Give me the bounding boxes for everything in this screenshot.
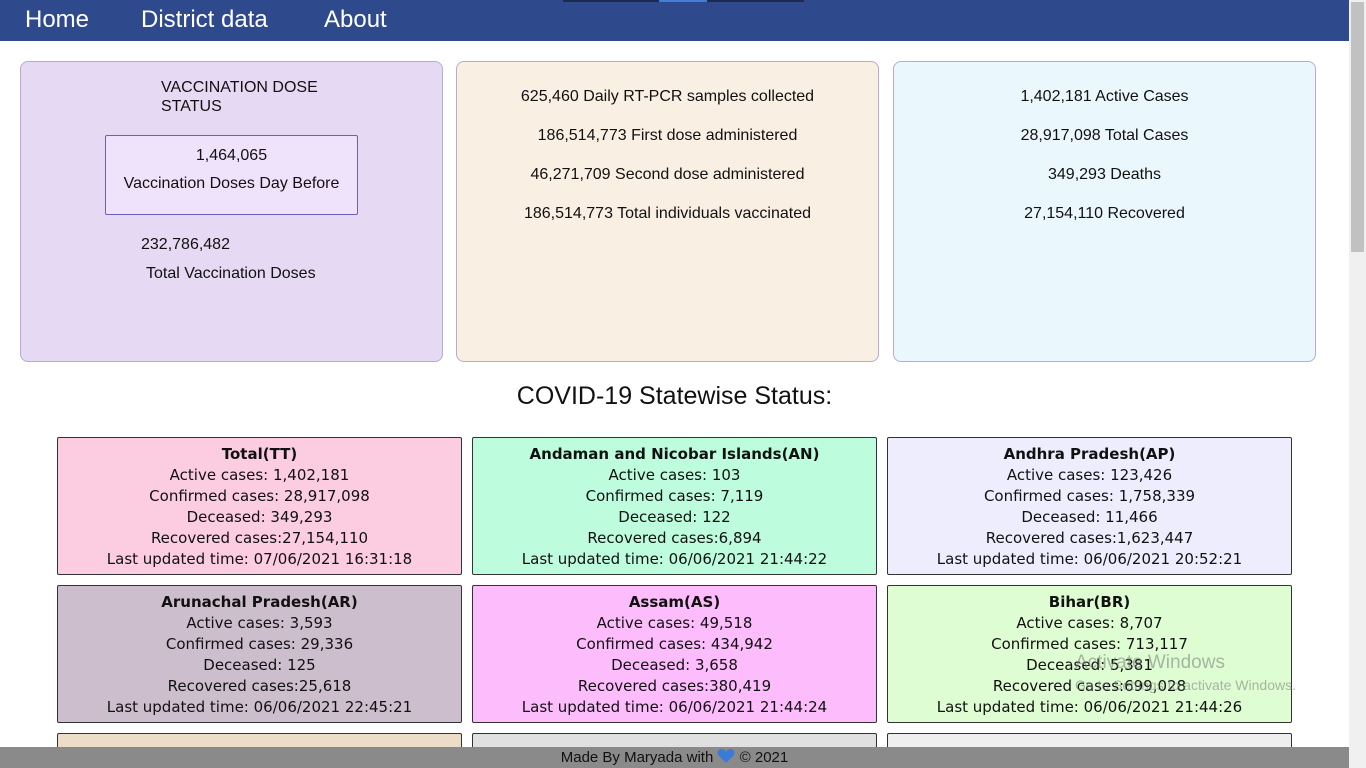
nav-link-about[interactable]: About [324,6,387,34]
active-cases-stat: 1,402,181 Active Cases [1020,88,1189,105]
state-last-updated: Last updated time: 06/06/2021 21:44:26 [936,698,1243,716]
state-name: Andaman and Nicobar Islands(AN) [529,445,820,463]
state-confirmed-cases: Confirmed cases: 29,336 [165,635,354,653]
vaccination-card-title: VACCINATION DOSE STATUS [161,79,318,115]
state-confirmed-cases: Confirmed cases: 7,119 [585,487,764,505]
vaccination-day-before-label: Vaccination Doses Day Before [123,175,340,192]
samples-collected-stat: 625,460 Daily RT-PCR samples collected [520,88,815,105]
windows-activation-watermark-title: Activate Windows [1075,652,1225,673]
state-recovered-cases: Recovered cases:25,618 [167,677,352,695]
second-dose-stat: 46,271,709 Second dose administered [530,166,805,183]
state-card-total: Total(TT) Active cases: 1,402,181 Confir… [57,437,462,575]
state-last-updated: Last updated time: 07/06/2021 16:31:18 [106,550,413,568]
state-card-assam: Assam(AS) Active cases: 49,518 Confirmed… [472,585,877,723]
state-deceased: Deceased: 349,293 [186,508,333,526]
state-deceased: Deceased: 3,658 [611,656,738,674]
state-recovered-cases: Recovered cases:380,419 [577,677,772,695]
footer-copyright: © 2021 [739,749,789,766]
state-confirmed-cases: Confirmed cases: 1,758,339 [983,487,1196,505]
state-card-andaman-nicobar: Andaman and Nicobar Islands(AN) Active c… [472,437,877,575]
total-cases-stat: 28,917,098 Total Cases [1020,127,1189,144]
nav-decoration-active [659,0,707,2]
state-deceased: Deceased: 11,466 [1021,508,1158,526]
state-name: Assam(AS) [628,593,721,611]
nav-decoration [707,0,804,2]
state-active-cases: Active cases: 49,518 [596,614,753,632]
windows-activation-watermark-text: Go to Settings to activate Windows. [1075,677,1296,693]
navbar: Home District data About [0,0,1349,41]
state-active-cases: Active cases: 103 [608,466,741,484]
scrollbar-thumb[interactable] [1351,2,1364,252]
state-last-updated: Last updated time: 06/06/2021 20:52:21 [936,550,1243,568]
vaccination-total-label: Total Vaccination Doses [146,265,316,282]
page-scrollbar[interactable] [1349,0,1366,768]
footer-made-by: Made By Maryada with [560,749,714,766]
cases-summary-card: 1,402,181 Active Cases 28,917,098 Total … [893,61,1316,362]
state-confirmed-cases: Confirmed cases: 28,917,098 [149,487,370,505]
doses-summary-card: 625,460 Daily RT-PCR samples collected 1… [456,61,879,362]
state-recovered-cases: Recovered cases:6,894 [587,529,762,547]
state-active-cases: Active cases: 123,426 [1006,466,1173,484]
state-active-cases: Active cases: 3,593 [186,614,333,632]
state-name: Total(TT) [221,445,298,463]
state-last-updated: Last updated time: 06/06/2021 21:44:22 [521,550,828,568]
first-dose-stat: 186,514,773 First dose administered [537,127,798,144]
state-card-arunachal-pradesh: Arunachal Pradesh(AR) Active cases: 3,59… [57,585,462,723]
vaccination-total-value: 232,786,482 [141,236,230,253]
deaths-stat: 349,293 Deaths [1048,166,1161,183]
state-active-cases: Active cases: 1,402,181 [169,466,350,484]
vaccination-status-card: VACCINATION DOSE STATUS 1,464,065 Vaccin… [20,61,443,362]
state-deceased: Deceased: 125 [203,656,316,674]
statewise-section-title: COVID-19 Statewise Status: [516,382,833,410]
state-last-updated: Last updated time: 06/06/2021 21:44:24 [521,698,828,716]
recovered-stat: 27,154,110 Recovered [1024,205,1185,222]
state-recovered-cases: Recovered cases:27,154,110 [150,529,369,547]
state-deceased: Deceased: 122 [618,508,731,526]
state-name: Andhra Pradesh(AP) [1003,445,1176,463]
state-name: Bihar(BR) [1048,593,1131,611]
vaccination-day-before-box: 1,464,065 Vaccination Doses Day Before [105,135,358,215]
state-last-updated: Last updated time: 06/06/2021 22:45:21 [106,698,413,716]
state-recovered-cases: Recovered cases:1,623,447 [985,529,1194,547]
vaccination-day-before-value: 1,464,065 [195,147,268,164]
state-name: Arunachal Pradesh(AR) [161,593,358,611]
nav-link-district-data[interactable]: District data [141,6,268,34]
state-confirmed-cases: Confirmed cases: 434,942 [576,635,773,653]
nav-decoration [563,0,659,2]
state-active-cases: Active cases: 8,707 [1016,614,1163,632]
state-card-andhra-pradesh: Andhra Pradesh(AP) Active cases: 123,426… [887,437,1292,575]
heart-icon [717,748,735,764]
footer: Made By Maryada with © 2021 [0,747,1349,768]
nav-link-home[interactable]: Home [25,6,89,34]
total-vaccinated-stat: 186,514,773 Total individuals vaccinated [523,205,812,222]
